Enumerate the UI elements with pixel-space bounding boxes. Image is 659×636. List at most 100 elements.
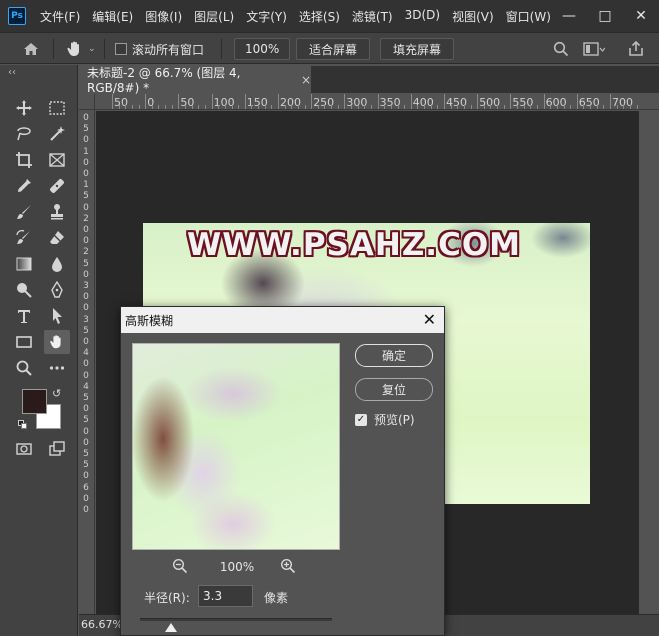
hand-tool-preset-icon[interactable]: ⌄ — [65, 33, 96, 65]
eraser-tool-icon[interactable] — [44, 226, 70, 250]
ruler-minor-tick — [337, 105, 339, 109]
move-tool-icon[interactable] — [11, 96, 37, 120]
ruler-minor-tick — [191, 105, 193, 109]
ruler-vertical[interactable]: 050100150200250300350400450500550600 — [79, 110, 95, 614]
ruler-minor-tick — [497, 105, 499, 109]
more-tools-icon[interactable] — [44, 356, 70, 380]
close-tab-icon[interactable]: × — [301, 73, 311, 87]
ruler-minor-tick — [251, 105, 253, 109]
menu-item[interactable]: 文件(F) — [34, 8, 86, 25]
scroll-all-windows[interactable]: 滚动所有窗口 — [115, 33, 204, 65]
eyedropper-icon[interactable] — [11, 174, 37, 198]
healing-brush-icon[interactable] — [44, 174, 70, 198]
home-icon[interactable] — [22, 33, 40, 65]
ruler-tick-label: 0 — [83, 505, 89, 515]
rectangle-tool-icon[interactable] — [11, 330, 37, 354]
ruler-tick — [610, 94, 611, 109]
menu-item[interactable]: 3D(D) — [399, 8, 446, 25]
radius-slider-track[interactable] — [140, 618, 332, 621]
menu-item[interactable]: 编辑(E) — [86, 8, 139, 25]
dialog-title-bar[interactable]: 高斯模糊 ✕ — [121, 307, 444, 333]
chevron-down-icon[interactable]: ⌄ — [88, 44, 96, 54]
frame-tool-icon[interactable] — [44, 148, 70, 172]
zoom-level-status[interactable]: 66.67% — [81, 618, 123, 631]
scroll-all-checkbox[interactable] — [115, 43, 127, 55]
search-icon[interactable] — [553, 33, 569, 65]
ruler-minor-tick — [523, 105, 525, 109]
ruler-tick-label: 0 — [83, 471, 89, 482]
ruler-tick-label: 1 — [83, 180, 89, 191]
ruler-horizontal[interactable]: 50 0 50 100 150 200 250 300 350 400 450 500 550 600 65… — [95, 94, 659, 110]
menu-item[interactable]: 文字(Y) — [240, 8, 293, 25]
ruler-minor-tick — [185, 105, 187, 109]
lasso-tool-icon[interactable] — [11, 122, 37, 146]
menu-item[interactable]: 选择(S) — [293, 8, 346, 25]
ruler-minor-tick — [118, 105, 120, 109]
maximize-icon[interactable]: □ — [587, 8, 623, 24]
watermark-text: WWW.PSAHZ.COM — [187, 227, 522, 263]
reset-button[interactable]: 复位 — [355, 378, 433, 401]
ruler-minor-tick — [284, 105, 286, 109]
preview-checkbox-row[interactable]: ✓ 预览(P) — [355, 411, 415, 428]
clone-stamp-icon[interactable] — [44, 200, 70, 224]
filter-preview[interactable] — [132, 343, 340, 550]
default-colors-icon[interactable] — [18, 420, 28, 430]
ruler-tick-label: 0 — [83, 426, 89, 437]
foreground-color-swatch[interactable] — [22, 389, 47, 414]
ruler-minor-tick — [258, 105, 260, 109]
ruler-minor-tick — [264, 105, 266, 109]
ruler-tick-label: 0 — [83, 493, 89, 504]
ruler-tick — [410, 94, 412, 109]
screen-mode-icon[interactable] — [44, 437, 70, 461]
menu-item[interactable]: 图像(I) — [139, 8, 188, 25]
ruler-tick-label: 0 — [83, 157, 89, 168]
path-selection-icon[interactable] — [44, 304, 70, 328]
close-window-icon[interactable]: ✕ — [623, 8, 659, 24]
preview-checkbox[interactable]: ✓ — [355, 413, 367, 426]
ruler-tick-label: 0 — [147, 96, 155, 109]
ruler-minor-tick — [550, 105, 552, 109]
blur-tool-icon[interactable] — [44, 252, 70, 276]
options-bar: ⌄ 滚动所有窗口 100% 适合屏幕 填充屏幕 — [0, 32, 659, 64]
ruler-tick-label: 5 — [83, 191, 89, 202]
minimize-icon[interactable]: — — [551, 8, 587, 24]
ruler-minor-tick — [590, 105, 592, 109]
close-icon[interactable]: ✕ — [423, 310, 436, 329]
zoom-out-icon[interactable] — [172, 558, 188, 577]
magic-wand-icon[interactable] — [44, 122, 70, 146]
type-tool-icon[interactable] — [11, 304, 37, 328]
hand-tool-icon[interactable] — [44, 330, 70, 354]
menu-item[interactable]: 视图(V) — [446, 8, 500, 25]
quick-mask-icon[interactable] — [11, 437, 37, 461]
ruler-corner[interactable] — [79, 94, 95, 110]
ok-button[interactable]: 确定 — [355, 344, 433, 367]
menu-item[interactable]: 窗口(W) — [500, 8, 557, 25]
zoom-100-button[interactable]: 100% — [234, 38, 291, 60]
vertical-scrollbar[interactable] — [639, 111, 659, 614]
preview-zoom-controls: 100% — [132, 558, 340, 576]
fill-screen-button[interactable]: 填充屏幕 — [380, 38, 455, 60]
share-icon[interactable] — [627, 33, 645, 65]
zoom-in-icon[interactable] — [280, 558, 296, 577]
swap-colors-icon[interactable]: ↺ — [52, 387, 61, 400]
brush-tool-icon[interactable] — [11, 200, 37, 224]
menu-item[interactable]: 滤镜(T) — [346, 8, 399, 25]
marquee-tool-icon[interactable] — [44, 96, 70, 120]
photoshop-logo[interactable]: Ps — [8, 7, 26, 25]
collapse-panel-icon[interactable]: ‹‹ — [8, 67, 16, 78]
zoom-tool-icon[interactable] — [11, 356, 37, 380]
ruler-tick-label: 0 — [83, 303, 89, 314]
pen-tool-icon[interactable] — [44, 278, 70, 302]
menu-item[interactable]: 图层(L) — [188, 8, 240, 25]
workspace-icon[interactable] — [583, 33, 605, 65]
radius-input[interactable] — [198, 585, 253, 607]
document-tabs: 未标题-2 @ 66.7% (图层 4, RGB/8#) * × — [79, 66, 659, 95]
dodge-tool-icon[interactable] — [11, 278, 37, 302]
radius-slider-thumb[interactable] — [164, 623, 177, 632]
gradient-tool-icon[interactable] — [11, 252, 37, 276]
fit-screen-button[interactable]: 适合屏幕 — [296, 38, 371, 60]
tab-document[interactable]: 未标题-2 @ 66.7% (图层 4, RGB/8#) * × — [79, 66, 311, 95]
history-brush-icon[interactable] — [11, 226, 37, 250]
crop-tool-icon[interactable] — [11, 148, 37, 172]
ruler-tick-label: 4 — [83, 348, 89, 359]
